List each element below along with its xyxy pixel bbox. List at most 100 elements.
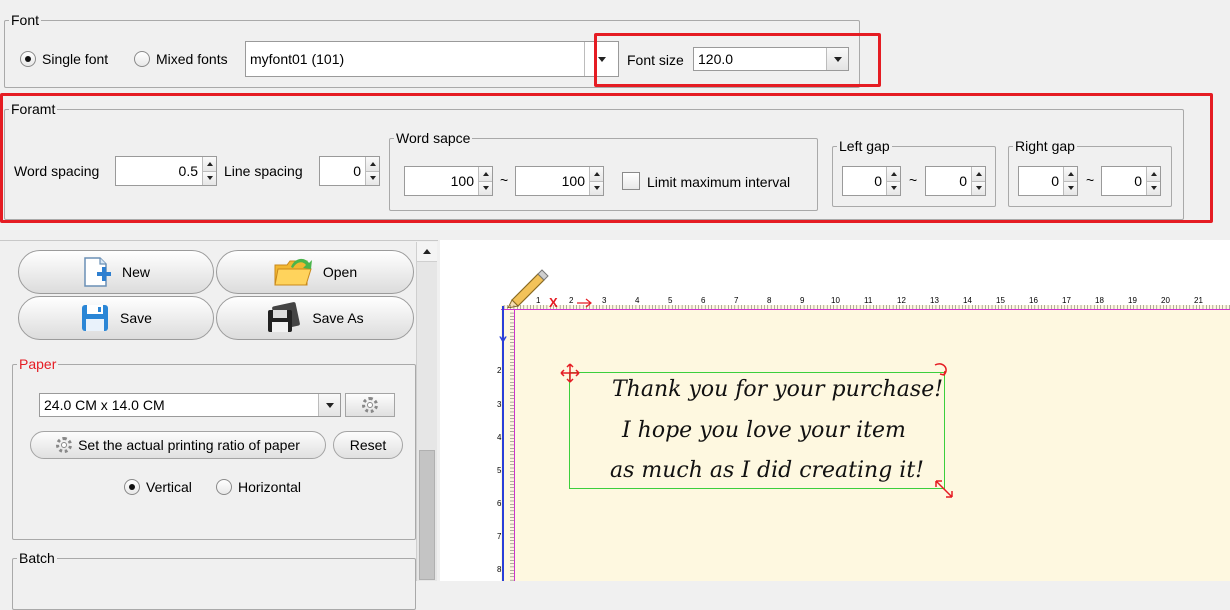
left-gap-min-value: 0 [874,173,882,189]
ruler-tick-label: 17 [1062,296,1071,305]
left-gap-max-spinner[interactable]: 0 [925,166,986,196]
reset-label: Reset [349,437,387,453]
open-label: Open [322,264,358,280]
vertical-radio[interactable]: Vertical [124,479,192,495]
ruler-tick-label: 16 [1029,296,1038,305]
new-label: New [121,264,150,280]
ruler-tick-label: 15 [996,296,1005,305]
limit-interval-checkbox[interactable] [622,172,640,190]
word-space-max-value: 100 [561,173,585,189]
font-group-legend: Font [11,12,40,28]
save-as-button[interactable]: Save As [216,296,414,340]
open-folder-icon [274,258,312,286]
spin-down-icon[interactable] [366,170,379,185]
word-spacing-label: Word spacing [14,163,100,179]
chevron-down-icon[interactable] [318,394,340,416]
radio-dot-icon [216,479,232,495]
line-spacing-value: 0 [353,163,361,179]
gear-icon [56,437,73,453]
limit-interval-label: Limit maximum interval [647,174,791,190]
font-size-label: Font size [627,52,684,68]
ruler-tick-label: 8 [767,296,772,305]
line-spacing-spinner[interactable]: 0 [319,156,380,186]
spin-down-icon[interactable] [887,180,900,195]
resize-handle-icon[interactable] [933,478,955,500]
right-gap-min-spinner[interactable]: 0 [1018,166,1078,196]
word-space-legend: Word sapce [396,130,471,146]
spinner-arrows[interactable] [365,157,379,185]
spinner-arrows[interactable] [1063,167,1077,195]
ruler-tick-label: 10 [831,296,840,305]
word-space-max-spinner[interactable]: 100 [515,166,604,196]
spinner-arrows[interactable] [589,167,603,195]
horizontal-radio[interactable]: Horizontal [216,479,301,495]
ruler-tick-label: 21 [1194,296,1203,305]
spin-up-icon[interactable] [887,167,900,181]
ruler-tick-label: 14 [963,296,972,305]
spinner-arrows[interactable] [478,167,492,195]
spin-down-icon[interactable] [1147,180,1160,195]
canvas-text-line-3: as much as I did creating it! [610,458,925,483]
word-spacing-value: 0.5 [178,163,198,179]
scroll-up-icon[interactable] [417,242,437,262]
reset-button[interactable]: Reset [333,431,403,459]
spin-down-icon[interactable] [1064,180,1077,195]
spin-up-icon[interactable] [479,167,492,181]
font-size-select[interactable]: 120.0 [693,47,849,71]
word-spacing-spinner[interactable]: 0.5 [115,156,217,186]
spin-up-icon[interactable] [590,167,603,181]
ruler-tick-label: 7 [734,296,739,305]
chevron-down-icon[interactable] [584,42,618,76]
spinner-arrows[interactable] [971,167,985,195]
format-group-legend: Foramt [11,101,56,117]
left-panel-scrollbar[interactable] [416,242,437,581]
save-as-icon [268,302,301,332]
spin-up-icon[interactable] [972,167,985,181]
mixed-fonts-radio[interactable]: Mixed fonts [134,51,228,67]
spin-up-icon[interactable] [366,157,379,171]
spin-down-icon[interactable] [479,180,492,195]
line-spacing-label: Line spacing [224,163,303,179]
spin-down-icon[interactable] [590,180,603,195]
top-ruler-labels: 1 2 3 4 5 6 7 8 9 10 11 12 13 14 15 16 1… [501,296,1230,310]
word-space-min-value: 100 [450,173,474,189]
ruler-tick-label: 6 [701,296,706,305]
paper-size-select[interactable]: 24.0 CM x 14.0 CM [39,393,341,417]
spinner-arrows[interactable] [1146,167,1160,195]
ruler-tick-label: 3 [602,296,607,305]
new-button[interactable]: New [18,250,214,294]
save-label: Save [120,310,152,326]
word-space-min-spinner[interactable]: 100 [404,166,493,196]
vertical-label: Vertical [146,479,192,495]
save-button[interactable]: Save [18,296,214,340]
font-select[interactable]: myfont01 (101) [245,41,619,77]
spin-up-icon[interactable] [1064,167,1077,181]
arrow-right-icon [577,298,592,308]
spinner-arrows[interactable] [886,167,900,195]
save-disk-icon [82,305,109,331]
scroll-thumb[interactable] [419,450,435,580]
move-handle-icon[interactable] [559,362,581,384]
canvas-text-line-1: Thank you for your purchase! [612,377,944,402]
spin-up-icon[interactable] [1147,167,1160,181]
left-gap-min-spinner[interactable]: 0 [842,166,901,196]
single-font-radio[interactable]: Single font [20,51,108,67]
radio-dot-icon [124,479,140,495]
spin-down-icon[interactable] [203,170,216,185]
ruler-tick-label: 20 [1161,296,1170,305]
new-file-icon [84,257,111,287]
ruler-tick-label: 3 [497,400,502,409]
font-size-value: 120.0 [698,51,734,67]
paper-settings-button[interactable] [345,393,395,417]
single-font-label: Single font [42,51,109,67]
spinner-arrows[interactable] [202,157,216,185]
set-print-ratio-button[interactable]: Set the actual printing ratio of paper [30,431,326,459]
spin-up-icon[interactable] [203,157,216,171]
right-gap-max-spinner[interactable]: 0 [1101,166,1161,196]
paper-size-value: 24.0 CM x 14.0 CM [44,397,165,413]
open-button[interactable]: Open [216,250,414,294]
spin-down-icon[interactable] [972,180,985,195]
chevron-down-icon[interactable] [826,48,848,70]
batch-group-legend: Batch [19,550,55,566]
gear-icon [362,397,378,413]
